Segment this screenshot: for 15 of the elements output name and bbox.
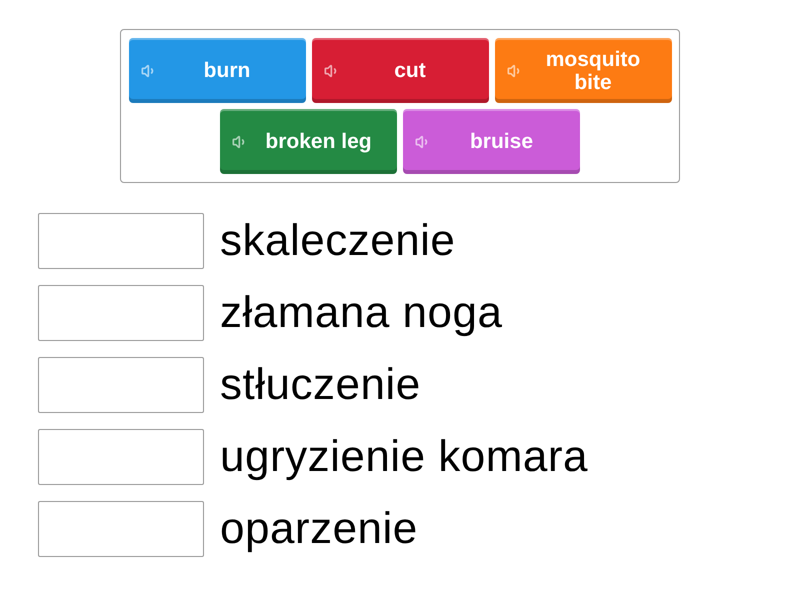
word-tile[interactable]: cut xyxy=(312,38,488,103)
answer-label: skaleczenie xyxy=(220,215,456,267)
answer-box[interactable] xyxy=(38,429,204,485)
answer-label: złamana noga xyxy=(220,287,502,339)
word-tile[interactable]: burn xyxy=(128,38,306,103)
word-tile[interactable]: mosquito bite xyxy=(494,38,672,103)
word-tile[interactable]: bruise xyxy=(403,109,580,174)
word-tile[interactable]: broken leg xyxy=(220,109,397,174)
answer-label: ugryzienie komara xyxy=(220,431,588,483)
answer-label: stłuczenie xyxy=(220,359,421,411)
answer-box[interactable] xyxy=(38,357,204,413)
answer-box[interactable] xyxy=(38,285,204,341)
answer-box[interactable] xyxy=(38,501,204,557)
answer-box[interactable] xyxy=(38,213,204,269)
answer-label: oparzenie xyxy=(220,503,418,555)
